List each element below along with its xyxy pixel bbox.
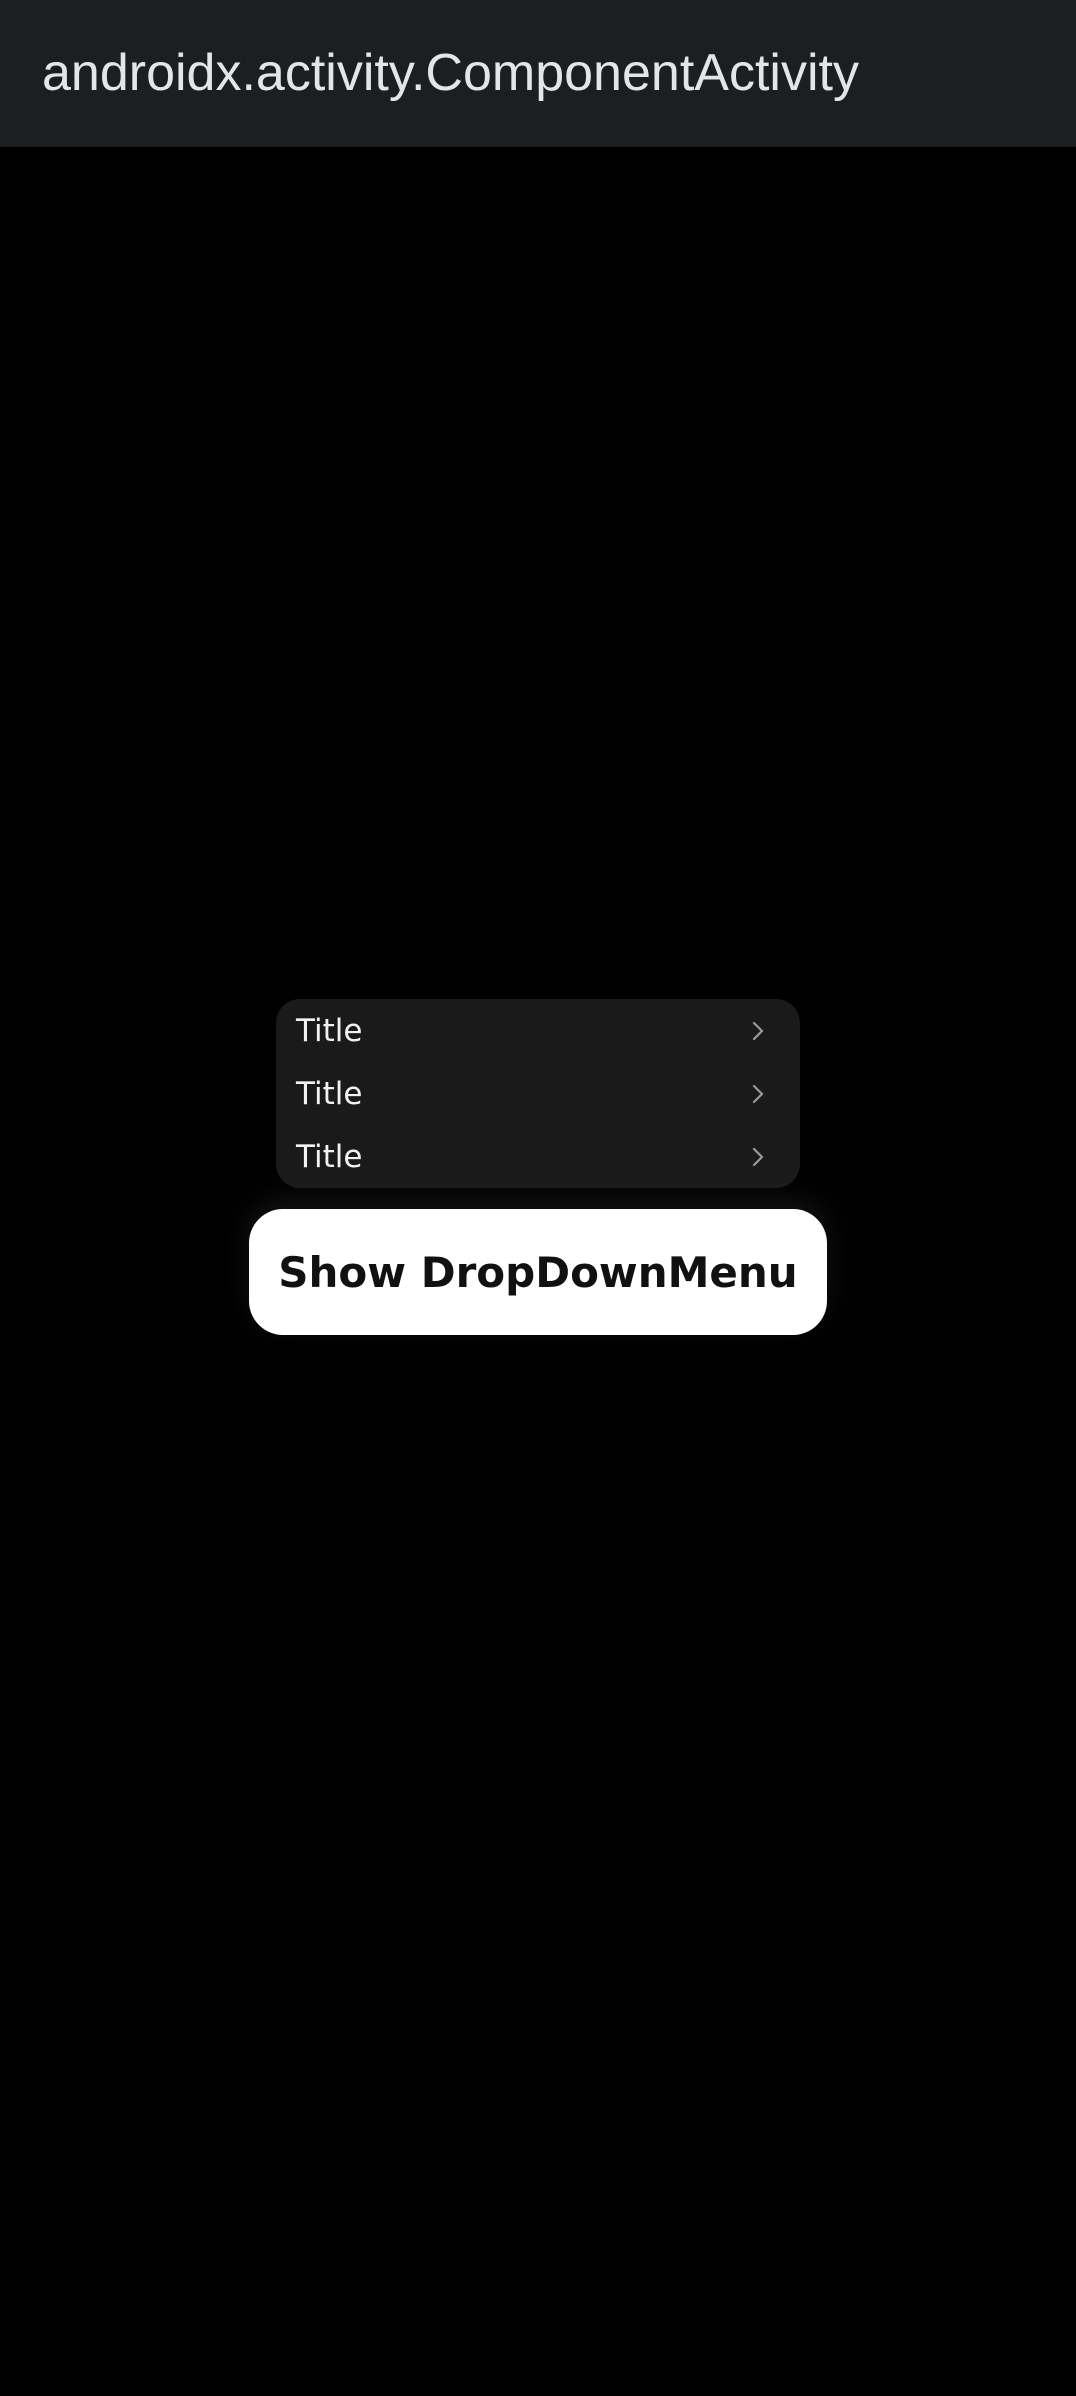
dropdown-menu: Title Title Title [276, 999, 800, 1188]
show-dropdown-menu-button[interactable]: Show DropDownMenu [249, 1209, 827, 1335]
screen: androidx.activity.ComponentActivity Titl… [0, 0, 1076, 2396]
menu-item[interactable]: Title [276, 999, 800, 1062]
chevron-right-icon [746, 1019, 770, 1043]
menu-item[interactable]: Title [276, 1062, 800, 1125]
menu-item-label: Title [296, 1012, 363, 1049]
menu-item[interactable]: Title [276, 1125, 800, 1188]
menu-item-label: Title [296, 1138, 363, 1175]
app-bar-title: androidx.activity.ComponentActivity [42, 44, 859, 102]
app-bar: androidx.activity.ComponentActivity [0, 0, 1076, 147]
show-dropdown-menu-button-label: Show DropDownMenu [278, 1247, 798, 1297]
menu-item-label: Title [296, 1075, 363, 1112]
chevron-right-icon [746, 1082, 770, 1106]
chevron-right-icon [746, 1145, 770, 1169]
